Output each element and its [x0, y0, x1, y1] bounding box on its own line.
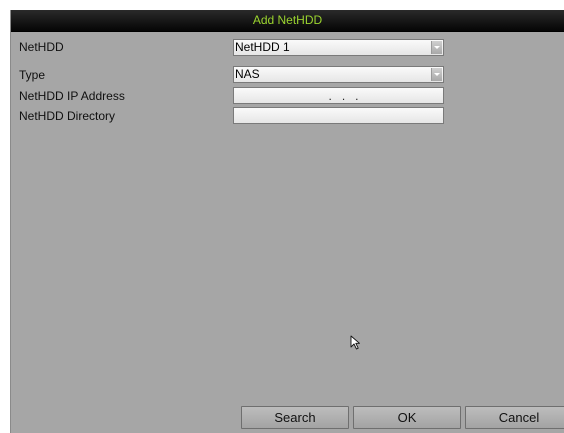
type-select[interactable]: NAS	[233, 66, 444, 83]
nethdd-select[interactable]: NetHDD 1	[233, 39, 444, 56]
type-label: Type	[19, 68, 46, 82]
mouse-pointer-icon	[350, 335, 360, 350]
nethdd-select-value: NetHDD 1	[235, 40, 290, 54]
dialog-titlebar: Add NetHDD	[11, 10, 564, 32]
cancel-button[interactable]: Cancel	[465, 406, 564, 429]
nethdd-label: NetHDD	[19, 40, 64, 54]
ok-button[interactable]: OK	[353, 406, 461, 429]
dialog-title: Add NetHDD	[252, 13, 323, 27]
ip-address-value: . . .	[318, 89, 359, 103]
directory-label: NetHDD Directory	[19, 109, 116, 123]
search-button[interactable]: Search	[241, 406, 349, 429]
add-nethdd-dialog: Add NetHDD NetHDD NetHDD 1 Type NAS NetH…	[10, 10, 564, 433]
chevron-down-icon[interactable]	[431, 68, 442, 81]
ip-address-input[interactable]: . . .	[233, 87, 444, 104]
type-select-value: NAS	[235, 67, 260, 81]
directory-input[interactable]	[233, 107, 444, 124]
chevron-down-icon[interactable]	[431, 41, 442, 54]
ip-address-label: NetHDD IP Address	[19, 89, 125, 103]
